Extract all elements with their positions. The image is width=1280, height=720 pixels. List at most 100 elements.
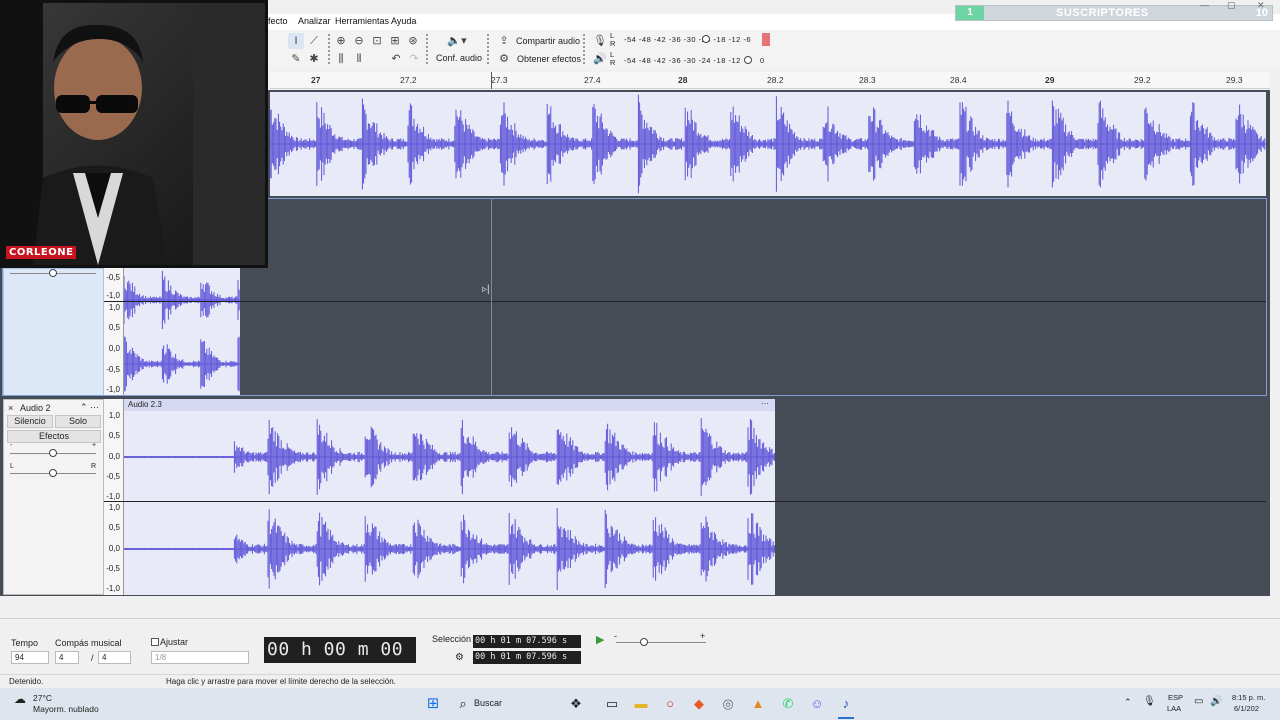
select-tool-icon[interactable]: I	[288, 33, 304, 49]
mic-tray-icon[interactable]: 🎙	[1143, 696, 1156, 707]
selection-end-time[interactable]: 00 h 01 m 07.596 s	[473, 651, 581, 664]
gear-icon[interactable]: ⚙	[455, 652, 464, 663]
playhead-line	[491, 198, 492, 396]
close-icon[interactable]: ✕	[1257, 0, 1265, 11]
audio-setup-button[interactable]: Conf. audio	[436, 53, 482, 63]
envelope-tool-icon[interactable]: ⟋	[306, 33, 322, 49]
maximize-icon[interactable]: ▢	[1227, 0, 1236, 11]
weather-temp[interactable]: 27°C	[33, 693, 52, 703]
discord-icon[interactable]: ☺	[809, 696, 825, 712]
lang-top[interactable]: ESP	[1168, 693, 1183, 702]
play-meter-zero: 0	[760, 56, 765, 65]
widget-icon[interactable]: ❖	[568, 696, 584, 712]
record-meter-scale[interactable]: -54 -48 -42 -36 -30 -24 -18 -12 -6	[624, 35, 751, 44]
pan-knob[interactable]	[49, 469, 57, 477]
track2-control-panel[interactable]: × Audio 2 ⌃ ··· Silencio Solo Efectos - …	[3, 399, 104, 595]
waveform-channel	[124, 508, 775, 590]
clock-date[interactable]: 6/1/202	[1234, 704, 1259, 713]
effects-icon[interactable]: ⚙	[496, 51, 512, 67]
snap-select[interactable]: 1/8	[151, 651, 249, 664]
toolbar-grip[interactable]	[583, 34, 586, 64]
clip-title-bar[interactable]: Audio 2.3 ···	[124, 399, 775, 411]
ruler-tick: 28	[678, 75, 688, 85]
undo-icon[interactable]: ↶	[388, 51, 404, 67]
toolbar-grip[interactable]	[487, 34, 490, 64]
fit-selection-icon[interactable]: ⊡	[369, 33, 385, 49]
zoom-toggle-icon[interactable]: ⊛	[405, 33, 421, 49]
play-icon[interactable]: ▶	[596, 633, 604, 646]
track-menu-icon[interactable]: ···	[90, 402, 99, 412]
play-speed-minus: -	[614, 631, 617, 641]
close-track-icon[interactable]: ×	[8, 403, 13, 413]
ruler-tick: 27.2	[400, 75, 417, 85]
snap-checkbox[interactable]	[151, 638, 159, 646]
play-meter-scale[interactable]: -54 -48 -42 -36 -30 -24 -18 -12	[624, 56, 741, 65]
play-speed-slider[interactable]	[616, 642, 706, 643]
ruler-tick: 27.3	[491, 75, 508, 85]
volume-icon[interactable]: 🔊	[1210, 696, 1222, 707]
tempo-input[interactable]: 94	[11, 651, 49, 664]
time-sig-numerator[interactable]: 4	[55, 651, 79, 664]
share-audio-button[interactable]: Compartir audio	[516, 36, 580, 46]
draw-tool-icon[interactable]: ✎	[288, 51, 304, 67]
selection-label: Selección	[432, 634, 472, 644]
time-sig-denominator[interactable]: 4	[98, 651, 131, 664]
task-view-icon[interactable]: ▭	[604, 696, 620, 712]
trim-icon[interactable]: ⫼	[333, 51, 349, 67]
folder-icon[interactable]: ▬	[633, 696, 649, 712]
lang-bottom[interactable]: LAA	[1167, 704, 1181, 713]
menu-tools[interactable]: Herramientas	[335, 16, 389, 26]
timeline-ruler[interactable]: 27 27.2 27.3 27.4 28 28.2 28.3 28.4 29 2…	[270, 72, 1270, 89]
chevron-up-icon[interactable]: ⌃	[1124, 697, 1132, 708]
gain-plus: +	[92, 442, 97, 449]
clip-menu-icon[interactable]: ···	[761, 399, 769, 408]
zoom-out-icon[interactable]: ⊖	[351, 33, 367, 49]
selection-toolbar: Tempo 94 Compás musical 4 / 4 Ajustar 1/…	[0, 618, 1280, 686]
opera-icon[interactable]: ○	[662, 696, 678, 712]
play-level-knob[interactable]	[744, 56, 752, 64]
track-name[interactable]: Audio 2	[20, 403, 51, 413]
toolbar-grip[interactable]	[328, 34, 331, 64]
minimize-icon[interactable]: —	[1200, 0, 1209, 10]
playback-speaker-icon[interactable]: 🔊	[592, 51, 608, 67]
ruler-tick: 29.2	[1134, 75, 1151, 85]
whatsapp-icon[interactable]: ✆	[780, 696, 796, 712]
app-icon[interactable]: ▲	[750, 696, 766, 712]
time-display[interactable]: 00 h 00 m 00 s	[264, 637, 416, 686]
browser-icon[interactable]: ◎	[720, 696, 736, 712]
play-speed-knob[interactable]	[640, 638, 648, 646]
zoom-in-icon[interactable]: ⊕	[333, 33, 349, 49]
audacity-icon[interactable]: ♪	[838, 696, 854, 712]
menu-analyze[interactable]: Analizar	[298, 16, 331, 26]
weather-desc[interactable]: Mayorm. nublado	[33, 704, 99, 714]
mute-button[interactable]: Silencio	[7, 415, 53, 428]
network-icon[interactable]: ▭	[1194, 696, 1203, 707]
menu-help[interactable]: Ayuda	[391, 16, 416, 26]
fit-project-icon[interactable]: ⊞	[387, 33, 403, 49]
record-level-knob[interactable]	[702, 35, 710, 43]
share-icon[interactable]: ⇪	[496, 33, 512, 49]
windows-icon[interactable]: ⊞	[425, 696, 441, 712]
webcam-name-tag: CORLEONE	[6, 246, 77, 259]
get-effects-button[interactable]: Obtener efectos	[517, 54, 581, 64]
silence-icon[interactable]: ⫴	[351, 51, 367, 67]
taskbar-search[interactable]: Buscar	[474, 698, 502, 708]
search-icon[interactable]: ⌕	[455, 696, 471, 712]
menu-effect[interactable]: fecto	[268, 16, 288, 26]
collapse-icon[interactable]: ⌃	[80, 402, 88, 413]
playhead-marker[interactable]	[491, 72, 492, 89]
gain-knob[interactable]	[49, 449, 57, 457]
time-sig-slash: /	[91, 653, 94, 663]
amp-label: 0,0	[108, 452, 120, 461]
weather-icon[interactable]: ☁	[14, 692, 26, 706]
effects-button[interactable]: Efectos	[7, 430, 101, 443]
solo-button[interactable]: Solo	[55, 415, 101, 428]
clock-time[interactable]: 8:15 p. m.	[1232, 693, 1265, 702]
toolbar-grip[interactable]	[426, 34, 429, 64]
multi-tool-icon[interactable]: ✱	[306, 51, 322, 67]
redo-icon[interactable]: ↷	[406, 51, 422, 67]
mic-icon[interactable]: 🎙	[592, 33, 608, 49]
speaker-icon[interactable]: 🔈▾	[443, 33, 471, 49]
selection-start-time[interactable]: 00 h 01 m 07.596 s	[473, 635, 581, 648]
brave-icon[interactable]: ◆	[691, 696, 707, 712]
